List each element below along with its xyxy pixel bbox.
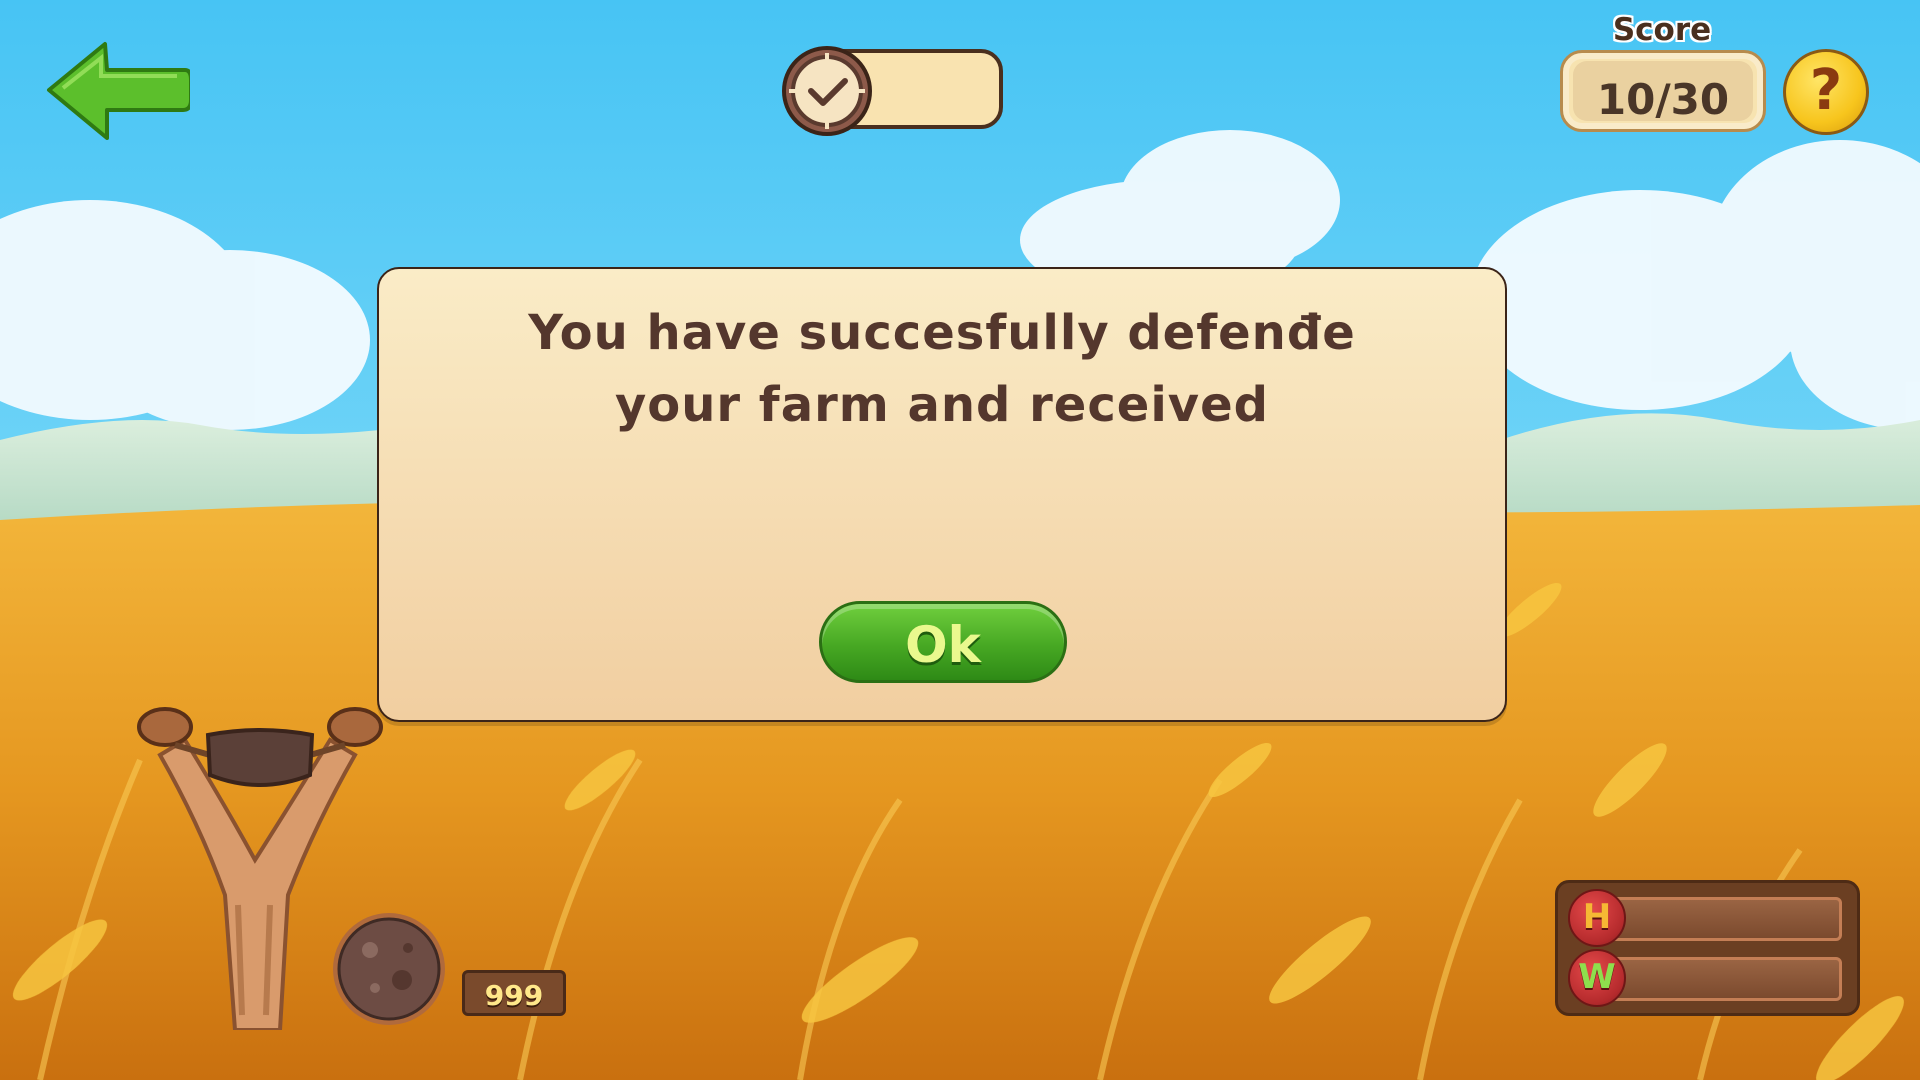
h-badge-icon: H	[1568, 889, 1626, 947]
w-bar-track	[1610, 957, 1842, 1001]
result-dialog: You have succesfully defenđe your farm a…	[377, 267, 1507, 722]
h-bar-track	[1610, 897, 1842, 941]
stone-ball-icon[interactable]	[330, 910, 448, 1028]
help-button[interactable]: ?	[1783, 49, 1869, 135]
dialog-message: You have succesfully defenđe your farm a…	[528, 305, 1356, 433]
score-value: 10/30	[1596, 75, 1730, 124]
status-bars-panel: H W	[1555, 880, 1860, 1016]
score-label: Score	[1612, 12, 1712, 48]
ok-button-label: Ok	[905, 616, 981, 674]
ammo-count: 999	[484, 979, 544, 1012]
ok-button[interactable]: Ok	[819, 601, 1067, 683]
green-left-arrow-icon	[47, 42, 190, 140]
h-badge-letter: H	[1582, 897, 1612, 937]
w-badge-letter: W	[1578, 957, 1616, 997]
score-inner: 10/30	[1573, 61, 1753, 124]
timer-display	[781, 45, 1011, 136]
ammo-count-box: 999	[462, 970, 566, 1016]
clock-icon	[782, 46, 872, 136]
question-mark-icon: ?	[1809, 58, 1843, 123]
w-badge-icon: W	[1568, 949, 1626, 1007]
score-box: 10/30	[1560, 50, 1766, 132]
back-arrow-button[interactable]	[45, 40, 190, 145]
